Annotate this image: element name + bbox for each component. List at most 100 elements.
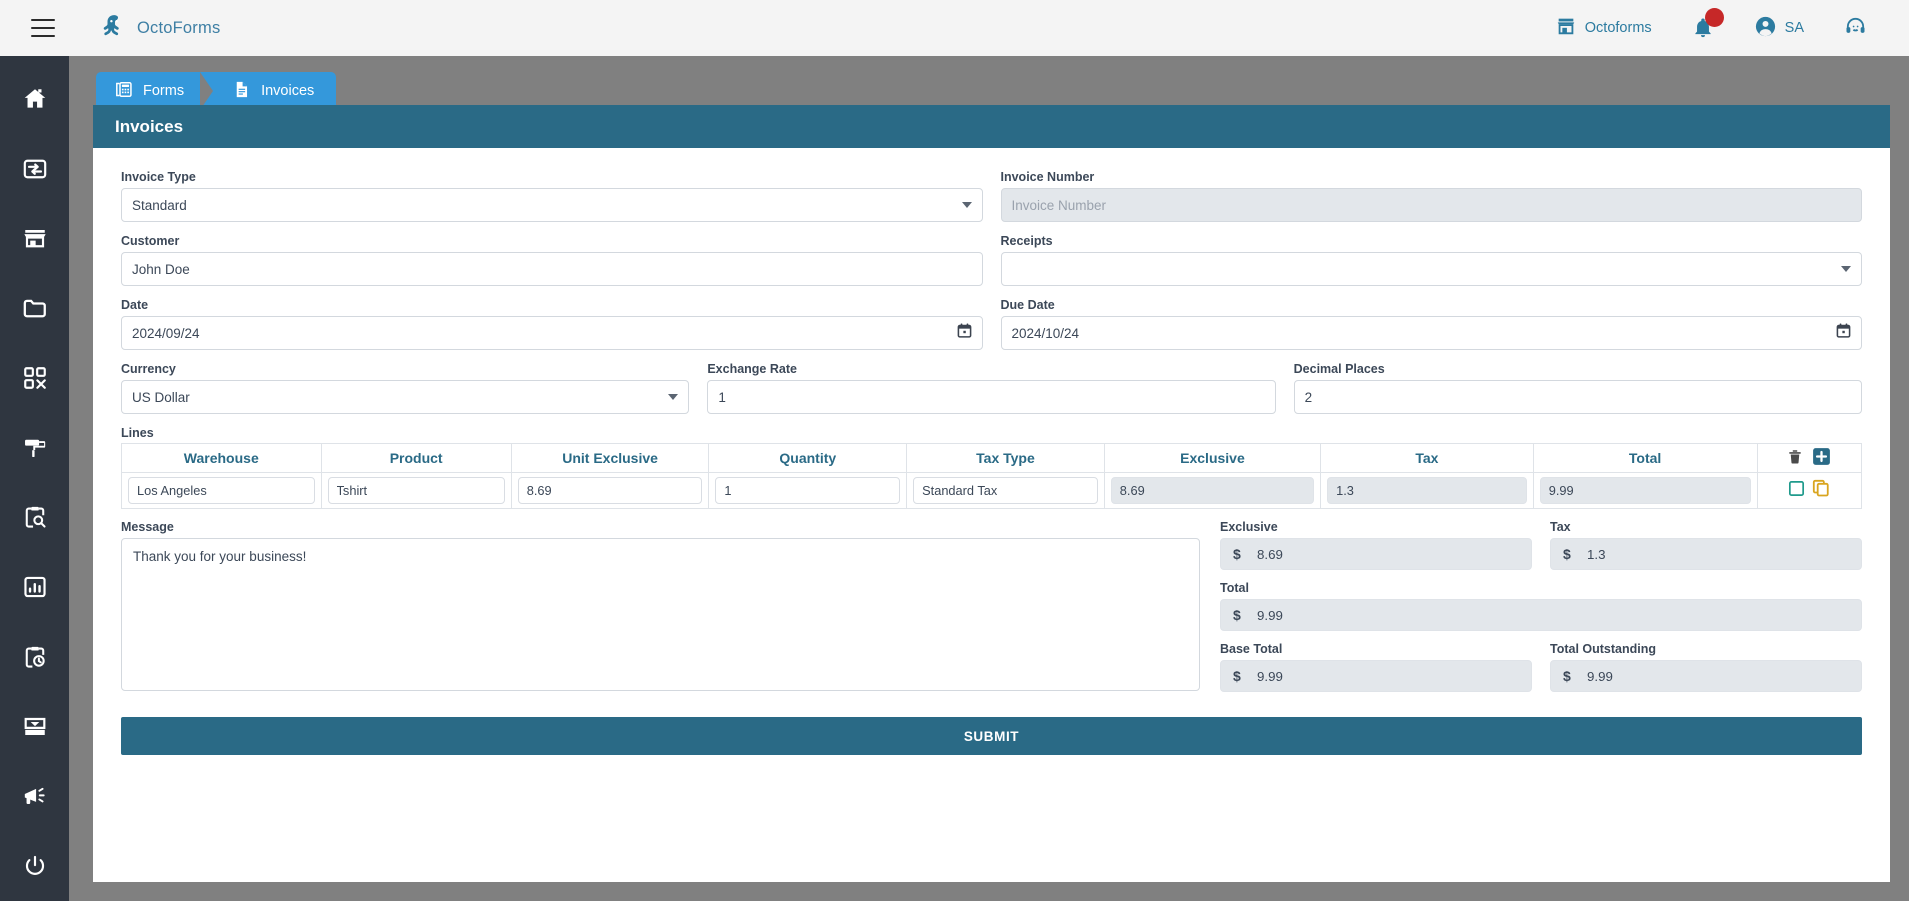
field-tax-total: Tax $ 1.3 xyxy=(1550,520,1862,570)
qr-code-icon xyxy=(22,365,48,391)
forms-icon xyxy=(114,80,133,103)
card-body: Invoice Type Invoice Number Customer xyxy=(93,148,1890,755)
sidebar-item-announcements[interactable] xyxy=(0,762,69,832)
cell-product xyxy=(320,472,512,509)
date-input[interactable] xyxy=(121,316,983,350)
field-customer: Customer xyxy=(121,234,983,286)
form-row-1: Invoice Type Invoice Number xyxy=(121,170,1862,234)
col-quantity: Quantity xyxy=(708,443,908,473)
inbox-icon xyxy=(22,714,48,740)
product-input[interactable] xyxy=(327,477,505,504)
clipboard-search-icon xyxy=(22,504,48,530)
due-date-label: Due Date xyxy=(1000,298,1055,312)
quantity-input[interactable] xyxy=(715,477,901,504)
customer-input[interactable] xyxy=(121,252,983,286)
due-date-input[interactable] xyxy=(1000,316,1862,350)
store-icon xyxy=(22,225,48,251)
customer-label: Customer xyxy=(121,234,180,248)
message-textarea[interactable] xyxy=(121,538,1200,691)
bar-chart-icon xyxy=(22,574,48,600)
support-button[interactable] xyxy=(1824,0,1887,56)
cell-row-actions xyxy=(1756,472,1863,509)
field-receipts: Receipts xyxy=(1000,234,1862,286)
sidebar xyxy=(0,56,69,901)
sidebar-item-audit[interactable] xyxy=(0,483,69,553)
copy-icon[interactable] xyxy=(1812,479,1830,502)
tab-invoices-label: Invoices xyxy=(261,83,315,99)
hamburger-menu-icon[interactable] xyxy=(31,19,55,37)
exchange-rate-label: Exchange Rate xyxy=(707,362,797,376)
currency-symbol: $ xyxy=(1233,546,1241,562)
headset-icon xyxy=(1844,15,1867,42)
sidebar-item-logout[interactable] xyxy=(0,831,69,901)
message-block: Message xyxy=(121,520,1200,703)
submit-button[interactable]: SUBMIT xyxy=(121,717,1862,755)
sidebar-item-design[interactable] xyxy=(0,413,69,483)
org-label: Octoforms xyxy=(1584,20,1652,36)
currency-select[interactable] xyxy=(121,380,690,414)
receipts-label: Receipts xyxy=(1000,234,1053,248)
date-label: Date xyxy=(121,298,149,312)
top-bar: OctoForms Octoforms SA xyxy=(0,0,1909,56)
field-invoice-type: Invoice Type xyxy=(121,170,983,222)
exclusive-total-value: 8.69 xyxy=(1257,546,1283,562)
total-outstanding-value-box: $ 9.99 xyxy=(1550,660,1862,692)
tax-total-value: 1.3 xyxy=(1587,546,1606,562)
tax-type-input[interactable] xyxy=(913,477,1098,504)
form-row-3: Date 2024/09/24 Due Date 2024/10/24 xyxy=(121,298,1862,362)
clipboard-clock-icon xyxy=(22,644,48,670)
message-label: Message xyxy=(121,520,174,534)
exchange-rate-input[interactable] xyxy=(707,380,1276,414)
sidebar-item-folder[interactable] xyxy=(0,273,69,343)
tax-value xyxy=(1327,477,1527,504)
total-value: 9.99 xyxy=(1257,607,1283,623)
card-header: Invoices xyxy=(93,105,1890,148)
sidebar-item-inbox[interactable] xyxy=(0,692,69,762)
plus-icon[interactable] xyxy=(1812,447,1831,469)
form-row-2: Customer Receipts xyxy=(121,234,1862,298)
notification-badge xyxy=(1704,8,1724,27)
cell-quantity xyxy=(708,472,908,509)
sidebar-item-store[interactable] xyxy=(0,204,69,274)
col-total: Total xyxy=(1532,443,1758,473)
workspace: Forms Invoices Invoices Invoice Type Sta… xyxy=(69,56,1909,901)
col-actions xyxy=(1756,443,1863,473)
cell-total xyxy=(1532,472,1758,509)
invoices-card: Invoices Invoice Type Invoice Number xyxy=(93,105,1890,882)
lines-header-row: Warehouse Product Unit Exclusive Quantit… xyxy=(121,443,1863,473)
lower-section: Message Exclusive $ 8.69 Tax xyxy=(121,520,1862,703)
invoice-type-select[interactable] xyxy=(121,188,983,222)
invoice-type-label: Invoice Type xyxy=(121,170,196,184)
org-switcher[interactable]: Octoforms xyxy=(1535,0,1672,56)
sidebar-item-qr[interactable] xyxy=(0,343,69,413)
account-menu[interactable]: SA xyxy=(1734,0,1824,56)
select-square-icon[interactable] xyxy=(1788,480,1805,502)
tab-forms-label: Forms xyxy=(143,83,185,99)
warehouse-input[interactable] xyxy=(128,477,315,504)
totals-block: Exclusive $ 8.69 Tax $ 1.3 Total $ 9.99 … xyxy=(1220,520,1862,703)
total-value-box: $ 9.99 xyxy=(1220,599,1862,631)
decimal-places-input[interactable] xyxy=(1293,380,1862,414)
trash-icon[interactable] xyxy=(1787,449,1803,468)
field-invoice-number: Invoice Number xyxy=(1000,170,1862,222)
sidebar-item-history[interactable] xyxy=(0,622,69,692)
sidebar-item-reports[interactable] xyxy=(0,552,69,622)
sidebar-item-dashboard[interactable] xyxy=(0,134,69,204)
folder-icon xyxy=(22,295,48,321)
exclusive-value xyxy=(1110,477,1315,504)
brand[interactable]: OctoForms xyxy=(101,13,220,44)
receipts-select[interactable] xyxy=(1000,252,1862,286)
col-product: Product xyxy=(320,443,512,473)
unit-exclusive-input[interactable] xyxy=(517,477,703,504)
decimal-places-label: Decimal Places xyxy=(1293,362,1385,376)
exclusive-total-value-box: $ 8.69 xyxy=(1220,538,1532,570)
total-outstanding-value: 9.99 xyxy=(1587,668,1613,684)
notifications-button[interactable] xyxy=(1672,0,1734,56)
cell-tax xyxy=(1320,472,1534,509)
field-decimal-places: Decimal Places xyxy=(1293,362,1862,414)
sidebar-item-home[interactable] xyxy=(0,64,69,134)
home-icon xyxy=(22,86,48,112)
col-warehouse: Warehouse xyxy=(121,443,322,473)
cell-tax-type xyxy=(906,472,1105,509)
table-row xyxy=(121,472,1863,509)
